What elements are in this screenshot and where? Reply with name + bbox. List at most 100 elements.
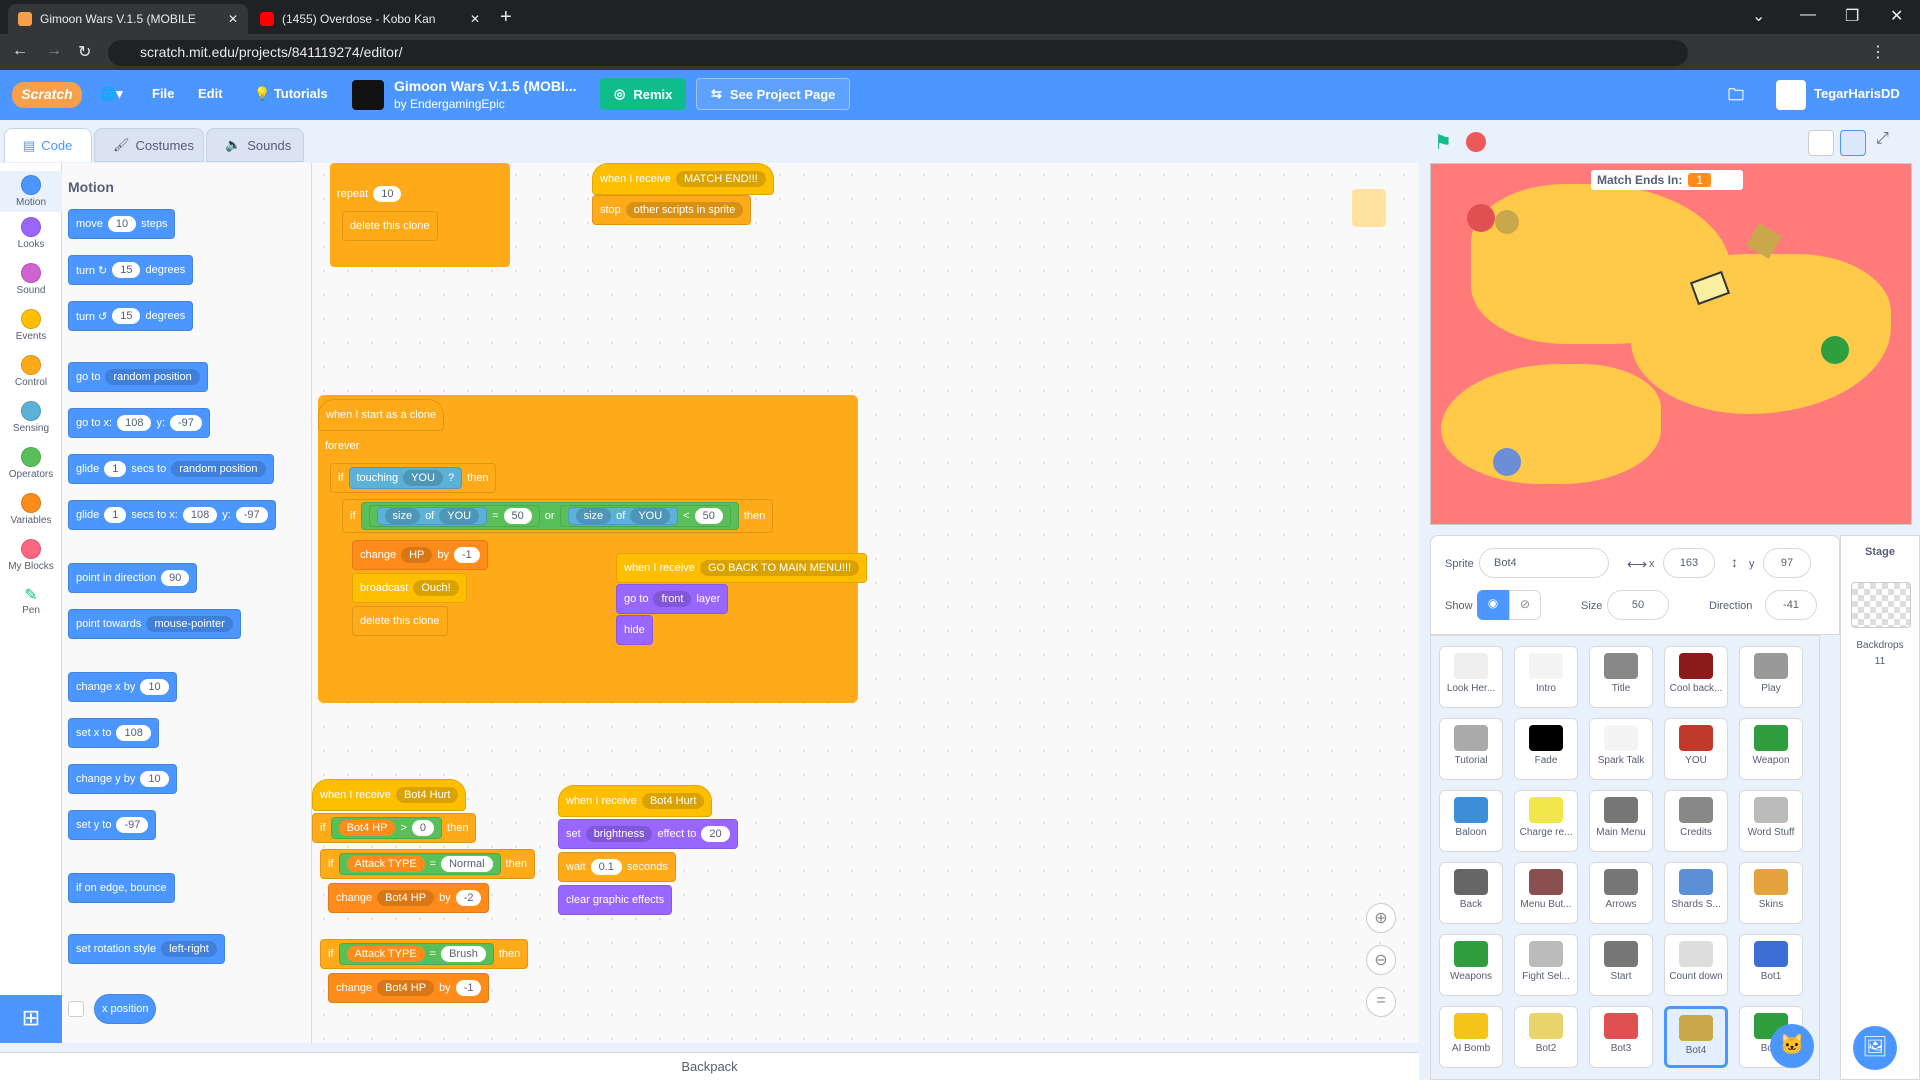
sprite-tile[interactable]: Fight Sel... xyxy=(1514,934,1578,996)
block-when-receive[interactable]: when I receive GO BACK TO MAIN MENU!!! xyxy=(616,553,868,583)
new-tab-icon[interactable]: + xyxy=(500,6,512,29)
block-wait[interactable]: wait 0.1 seconds xyxy=(558,852,676,882)
sprite-tile[interactable]: YOU xyxy=(1664,718,1728,780)
block-when-start-clone[interactable]: when I start as a clone xyxy=(318,399,445,431)
block-input[interactable]: -2 xyxy=(455,890,482,906)
project-title[interactable]: Gimoon Wars V.1.5 (MOBI... xyxy=(394,78,577,94)
category-motion[interactable]: Motion xyxy=(0,171,62,212)
block-input[interactable]: Normal xyxy=(441,856,493,872)
block-input[interactable]: -97 xyxy=(170,415,202,431)
fullscreen-icon[interactable]: ⤢ xyxy=(1876,130,1889,148)
block-input[interactable]: 10 xyxy=(140,679,169,695)
folder-icon[interactable]: 🗀 xyxy=(1728,84,1744,111)
reload-icon[interactable]: ↻ xyxy=(78,42,91,62)
category-operators[interactable]: Operators xyxy=(0,447,62,480)
block-change-x[interactable]: change x by 10 xyxy=(68,672,177,702)
block-dropdown[interactable]: other scripts in sprite xyxy=(625,202,744,218)
show-hidden-button[interactable]: ⊘ xyxy=(1509,590,1541,620)
browser-tab-youtube[interactable]: (1455) Overdose - Kobo Kan ✕ xyxy=(250,4,490,34)
block-stop[interactable]: stop other scripts in sprite xyxy=(592,195,752,225)
stage-selector-panel[interactable]: Stage Backdrops 11 🖼 xyxy=(1840,535,1920,1080)
category-events[interactable]: Events xyxy=(0,309,62,342)
window-close-icon[interactable]: ✕ xyxy=(1890,6,1903,26)
variable-reporter[interactable]: Bot4 HP xyxy=(338,820,396,836)
block-dropdown[interactable]: YOU xyxy=(439,508,480,524)
block-if-size[interactable]: if size of YOU = 50 or size of YOU <50 then xyxy=(342,499,774,533)
block-size-of[interactable]: size of YOU xyxy=(567,507,679,525)
x-position-checkbox[interactable] xyxy=(68,1001,84,1017)
sprite-tile[interactable]: Back xyxy=(1439,862,1503,924)
block-forever[interactable]: forever xyxy=(318,431,367,461)
sprite-tile[interactable]: Start xyxy=(1589,934,1653,996)
browser-tab-scratch[interactable]: Gimoon Wars V.1.5 (MOBILE ✕ xyxy=(8,4,248,34)
restore-icon[interactable]: ❐ xyxy=(1845,6,1859,26)
forward-icon[interactable]: → xyxy=(46,42,62,60)
block-x-position[interactable]: x position xyxy=(94,994,157,1024)
code-workspace[interactable]: repeat 10 delete this clone when I receiv… xyxy=(312,163,1419,1043)
block-change-hp[interactable]: change HP by -1 xyxy=(352,540,488,570)
green-flag-icon[interactable]: ⚑ xyxy=(1434,130,1452,155)
block-dropdown[interactable]: left-right xyxy=(161,941,217,957)
block-go-to[interactable]: go to random position xyxy=(68,362,208,392)
sprite-tile[interactable]: Menu But... xyxy=(1514,862,1578,924)
sprite-tile[interactable]: Weapons xyxy=(1439,934,1503,996)
close-icon[interactable]: ✕ xyxy=(470,12,480,26)
block-input[interactable]: 108 xyxy=(117,415,152,431)
block-greater-than[interactable]: Bot4 HP >0 xyxy=(330,817,443,839)
username[interactable]: TegarHarisDD xyxy=(1814,86,1900,101)
block-input[interactable]: -1 xyxy=(454,547,480,563)
block-input[interactable]: 1 xyxy=(104,507,127,523)
block-dropdown[interactable]: Bot4 Hurt xyxy=(641,793,705,809)
block-set-effect[interactable]: set brightness effect to 20 xyxy=(558,819,738,849)
variable-reporter[interactable]: Attack TYPE xyxy=(346,946,425,962)
category-sound[interactable]: Sound xyxy=(0,263,62,296)
x-field[interactable]: 163 xyxy=(1663,548,1715,578)
close-icon[interactable]: ✕ xyxy=(228,12,238,26)
block-when-receive[interactable]: when I receive MATCH END!!! xyxy=(592,163,774,195)
block-less-than[interactable]: size of YOU <50 xyxy=(559,505,731,527)
block-repeat[interactable]: repeat 10 xyxy=(330,179,409,209)
block-set-x[interactable]: set x to 108 xyxy=(68,718,159,748)
block-input[interactable]: 15 xyxy=(112,308,141,324)
sprite-tile[interactable]: Spark Talk xyxy=(1589,718,1653,780)
see-project-page-button[interactable]: ⇆ See Project Page xyxy=(696,78,851,110)
project-author[interactable]: by EndergamingEpic xyxy=(394,97,505,111)
block-input[interactable]: 0 xyxy=(411,820,435,836)
block-when-receive[interactable]: when I receive Bot4 Hurt xyxy=(312,779,467,811)
sprite-tile[interactable]: Weapon xyxy=(1739,718,1803,780)
sprite-tile[interactable]: AI Bomb xyxy=(1439,1006,1503,1068)
category-looks[interactable]: Looks xyxy=(0,217,62,250)
sprite-tile[interactable]: Arrows xyxy=(1589,862,1653,924)
sprite-tile[interactable]: Intro xyxy=(1514,646,1578,708)
block-input[interactable]: 50 xyxy=(694,508,723,524)
block-turn-ccw[interactable]: turn ↺ 15 degrees xyxy=(68,301,194,331)
block-hide[interactable]: hide xyxy=(616,615,653,645)
block-glide-random[interactable]: glide 1 secs to random position xyxy=(68,454,274,484)
block-dropdown[interactable]: Bot4 Hurt xyxy=(395,787,459,803)
add-sprite-button[interactable]: 🐱 xyxy=(1770,1024,1814,1068)
sprite-tile[interactable]: Word Stuff xyxy=(1739,790,1803,852)
sprite-tile[interactable]: Play xyxy=(1739,646,1803,708)
block-dropdown[interactable]: YOU xyxy=(403,470,443,486)
category-my-blocks[interactable]: My Blocks xyxy=(0,539,62,572)
block-input[interactable]: 90 xyxy=(161,570,190,586)
sprite-tile[interactable]: Tutorial xyxy=(1439,718,1503,780)
sprite-tile[interactable]: Baloon xyxy=(1439,790,1503,852)
block-dropdown[interactable]: random position xyxy=(171,461,266,477)
block-input[interactable]: 10 xyxy=(140,771,169,787)
block-dropdown[interactable]: HP xyxy=(401,547,433,563)
zoom-out-button[interactable]: ⊖ xyxy=(1366,945,1396,975)
sprite-tile[interactable]: Charge re... xyxy=(1514,790,1578,852)
block-point-towards[interactable]: point towards mouse-pointer xyxy=(68,609,241,639)
block-delete-clone[interactable]: delete this clone xyxy=(352,606,448,636)
block-move[interactable]: move 10 steps xyxy=(68,209,176,239)
block-change-bot4hp[interactable]: change Bot4 HP by -1 xyxy=(328,973,490,1003)
small-stage-icon[interactable] xyxy=(1808,130,1834,156)
sprite-tile[interactable]: Look Her... xyxy=(1439,646,1503,708)
block-delete-clone[interactable]: delete this clone xyxy=(342,211,438,241)
chevron-down-icon[interactable]: ⌄ xyxy=(1752,6,1765,26)
sprite-tile[interactable]: Main Menu xyxy=(1589,790,1653,852)
tab-costumes[interactable]: 🖌 Costumes xyxy=(94,128,204,162)
y-field[interactable]: 97 xyxy=(1763,548,1811,578)
block-go-to-xy[interactable]: go to x: 108 y: -97 xyxy=(68,408,210,438)
